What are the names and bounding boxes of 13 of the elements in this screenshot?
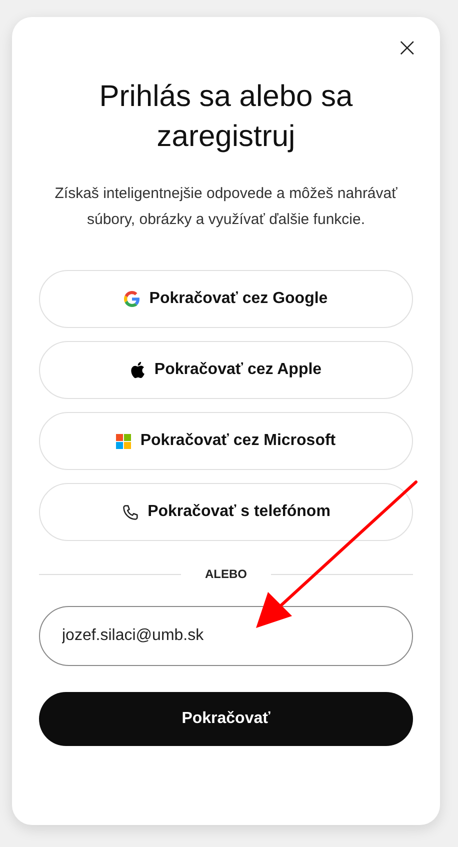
provider-button[interactable]: Pokračovať s telefónom [39,483,413,541]
phone-icon [122,504,139,520]
divider-label: ALEBO [204,567,248,581]
continue-button[interactable]: Pokračovať [39,692,413,746]
apple-icon [130,361,146,379]
provider-button[interactable]: Pokračovať cez Microsoft [39,412,413,470]
provider-button[interactable]: Pokračovať cez Google [39,270,413,328]
dialog-title: Prihlás sa alebo sa zaregistruj [98,79,354,155]
dialog-subtitle: Získaš inteligentnejšie odpovede a môžeš nahrávať súbory, obrázky a využívať ďalšie funkcie. [54,184,398,230]
microsoft-icon [116,434,132,448]
close-button[interactable]: × [394,35,420,61]
google-icon [124,291,140,307]
provider-button[interactable]: Pokračovať cez Apple [39,341,413,399]
